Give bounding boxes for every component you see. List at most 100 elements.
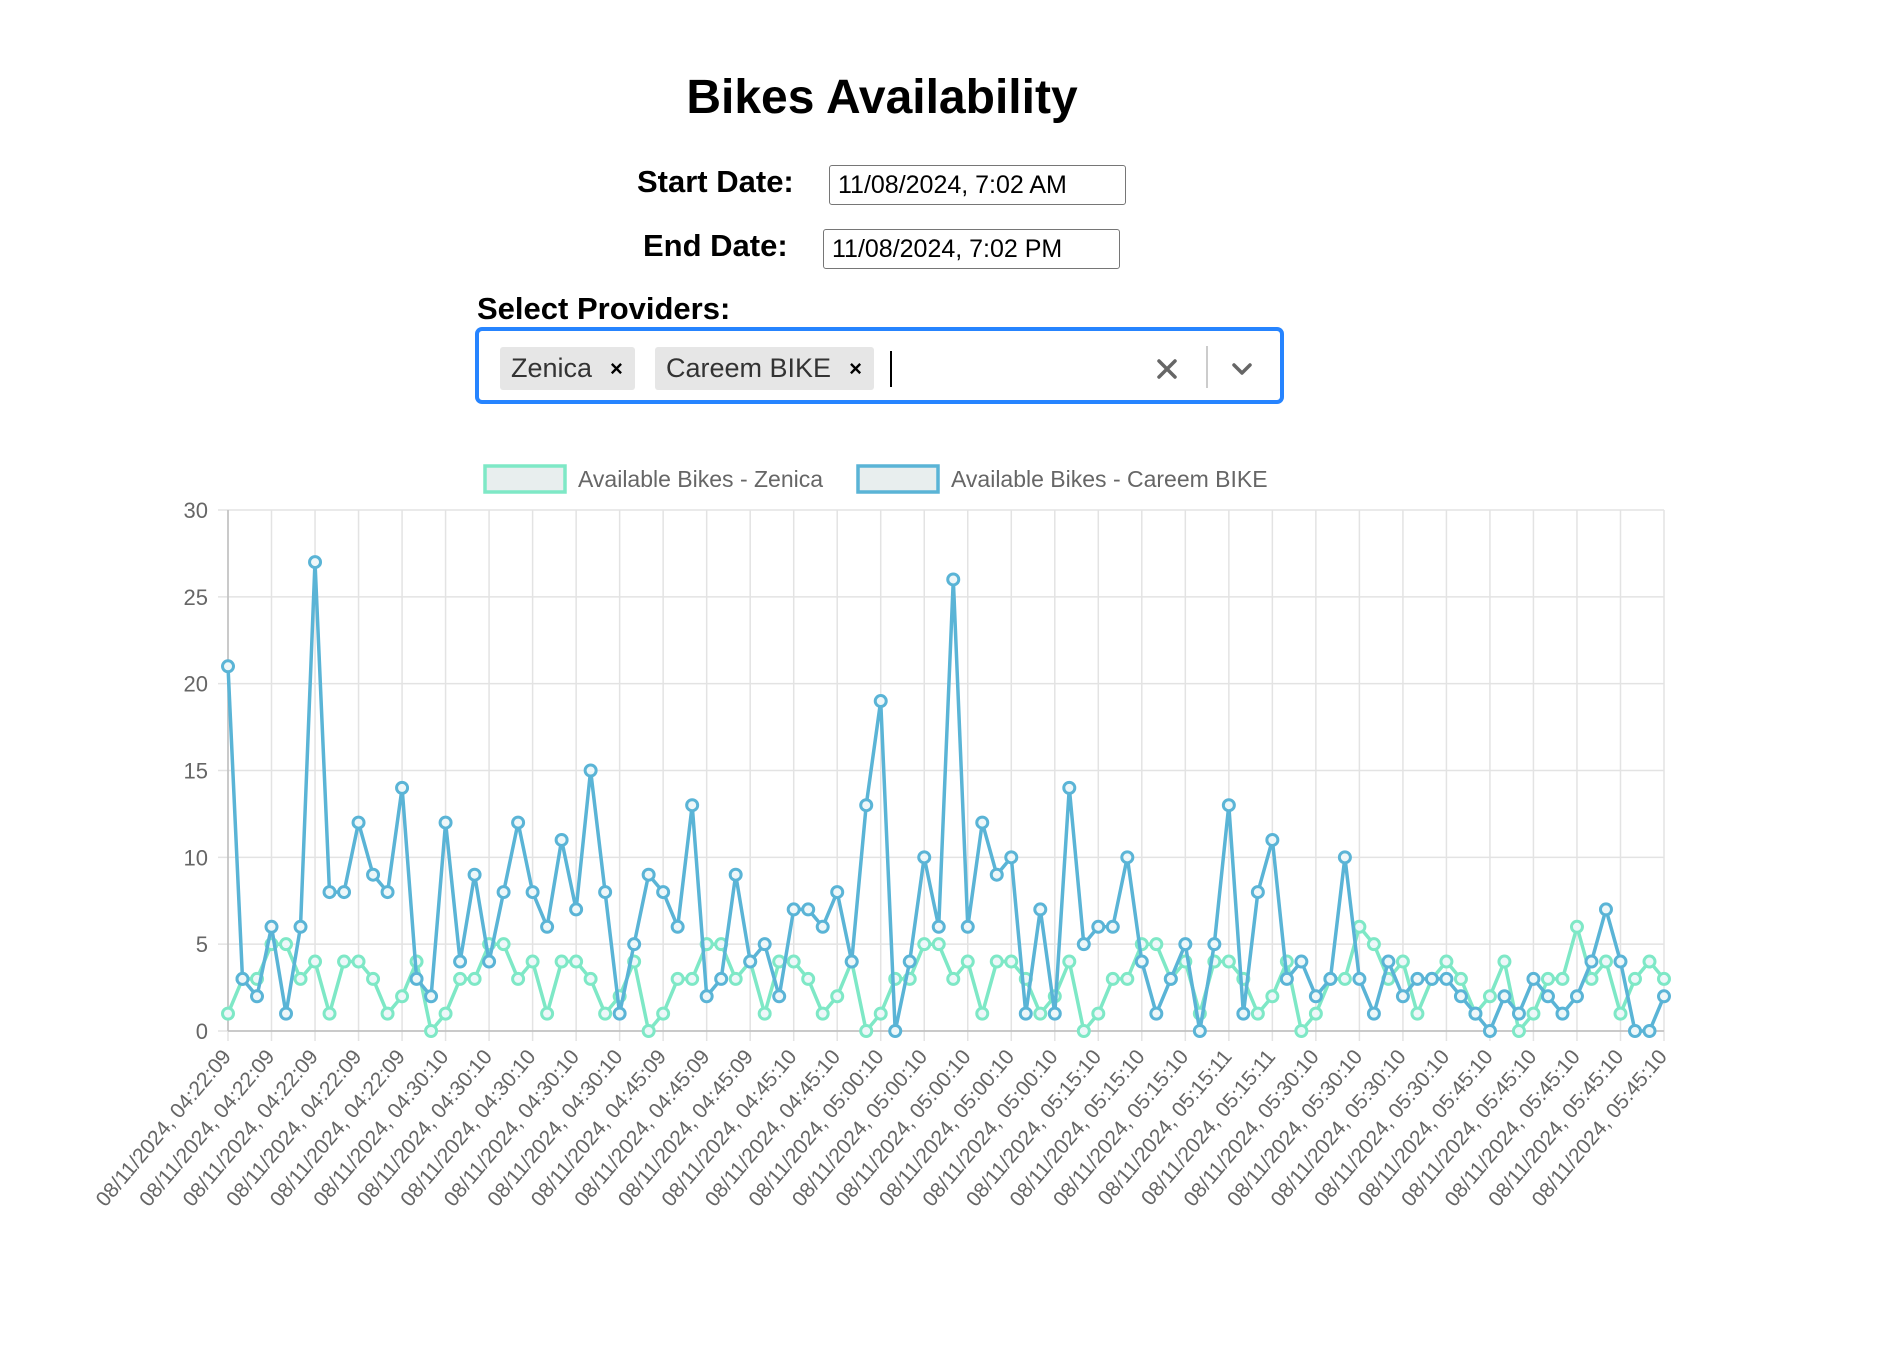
data-point	[322, 885, 337, 900]
data-point	[757, 937, 772, 952]
data-point	[873, 694, 888, 709]
data-point	[1613, 954, 1628, 969]
data-point	[1613, 1006, 1628, 1021]
data-point	[1308, 1006, 1323, 1021]
data-point	[1642, 954, 1657, 969]
data-point	[583, 971, 598, 986]
data-point	[221, 1006, 235, 1021]
data-point	[1178, 937, 1193, 952]
data-point	[380, 1006, 395, 1021]
data-point	[1497, 954, 1512, 969]
legend-swatch	[483, 464, 567, 494]
data-point	[815, 919, 830, 934]
data-point	[1105, 971, 1120, 986]
data-point	[1279, 971, 1294, 986]
data-point	[1076, 937, 1091, 952]
data-point	[1294, 1024, 1309, 1038]
data-point	[380, 885, 395, 900]
data-point	[511, 971, 526, 986]
data-point	[888, 1024, 903, 1038]
data-point	[1337, 850, 1352, 865]
y-tick-label: 20	[184, 672, 208, 697]
data-point	[786, 902, 801, 917]
data-point	[496, 937, 511, 952]
data-point	[351, 954, 366, 969]
data-point	[598, 885, 613, 900]
data-point	[1149, 937, 1164, 952]
data-point	[235, 971, 250, 986]
data-point	[221, 659, 235, 674]
data-point	[1497, 989, 1512, 1004]
y-tick-label: 15	[184, 759, 208, 784]
data-point	[554, 832, 569, 847]
data-point	[540, 1006, 555, 1021]
data-point	[1584, 954, 1599, 969]
data-point	[1410, 971, 1425, 986]
data-point	[801, 971, 816, 986]
data-point	[1207, 937, 1222, 952]
data-point	[409, 971, 424, 986]
data-point	[569, 954, 584, 969]
data-point	[1642, 1024, 1657, 1038]
data-point	[1657, 989, 1671, 1004]
data-point	[743, 954, 758, 969]
data-point	[293, 971, 308, 986]
data-point	[873, 1006, 888, 1021]
data-point	[467, 971, 482, 986]
data-point	[772, 989, 787, 1004]
data-point	[438, 815, 453, 830]
data-point	[714, 971, 729, 986]
data-point	[395, 780, 410, 795]
data-point	[496, 885, 511, 900]
data-point	[1352, 919, 1367, 934]
data-point	[1004, 850, 1019, 865]
data-point	[728, 867, 743, 882]
data-point	[1076, 1024, 1091, 1038]
data-point	[525, 885, 540, 900]
data-point	[1105, 919, 1120, 934]
legend-label: Available Bikes - Careem BIKE	[951, 466, 1268, 492]
data-point	[1540, 989, 1555, 1004]
data-point	[1540, 971, 1555, 986]
data-point	[815, 1006, 830, 1021]
data-point	[1439, 954, 1454, 969]
data-point	[1265, 832, 1280, 847]
data-point	[1250, 1006, 1265, 1021]
y-tick-label: 25	[184, 585, 208, 610]
data-point	[685, 798, 700, 813]
data-point	[960, 954, 975, 969]
data-point	[264, 919, 279, 934]
data-point	[1598, 954, 1613, 969]
data-point	[424, 1024, 439, 1038]
data-point	[351, 815, 366, 830]
data-point	[1627, 1024, 1642, 1038]
y-tick-label: 5	[196, 932, 208, 957]
data-point	[1308, 989, 1323, 1004]
data-point	[1627, 971, 1642, 986]
data-point	[1352, 971, 1367, 986]
data-point	[960, 919, 975, 934]
data-point	[308, 555, 323, 570]
data-point	[1468, 1006, 1483, 1021]
legend-swatch	[856, 464, 940, 494]
data-point	[1134, 954, 1149, 969]
data-point	[917, 937, 932, 952]
data-point	[728, 971, 743, 986]
data-point	[1453, 989, 1468, 1004]
data-point	[279, 1006, 294, 1021]
data-point	[931, 919, 946, 934]
data-point	[1337, 971, 1352, 986]
legend-label: Available Bikes - Zenica	[578, 466, 823, 492]
data-point	[612, 1006, 627, 1021]
data-point	[656, 1006, 671, 1021]
data-point	[1511, 1024, 1526, 1038]
data-point	[1366, 937, 1381, 952]
data-point	[1395, 954, 1410, 969]
data-point	[1555, 971, 1570, 986]
data-point	[975, 1006, 990, 1021]
data-point	[1004, 954, 1019, 969]
data-point	[279, 937, 294, 952]
data-point	[1062, 954, 1077, 969]
data-point	[1555, 1006, 1570, 1021]
data-point	[1120, 971, 1135, 986]
